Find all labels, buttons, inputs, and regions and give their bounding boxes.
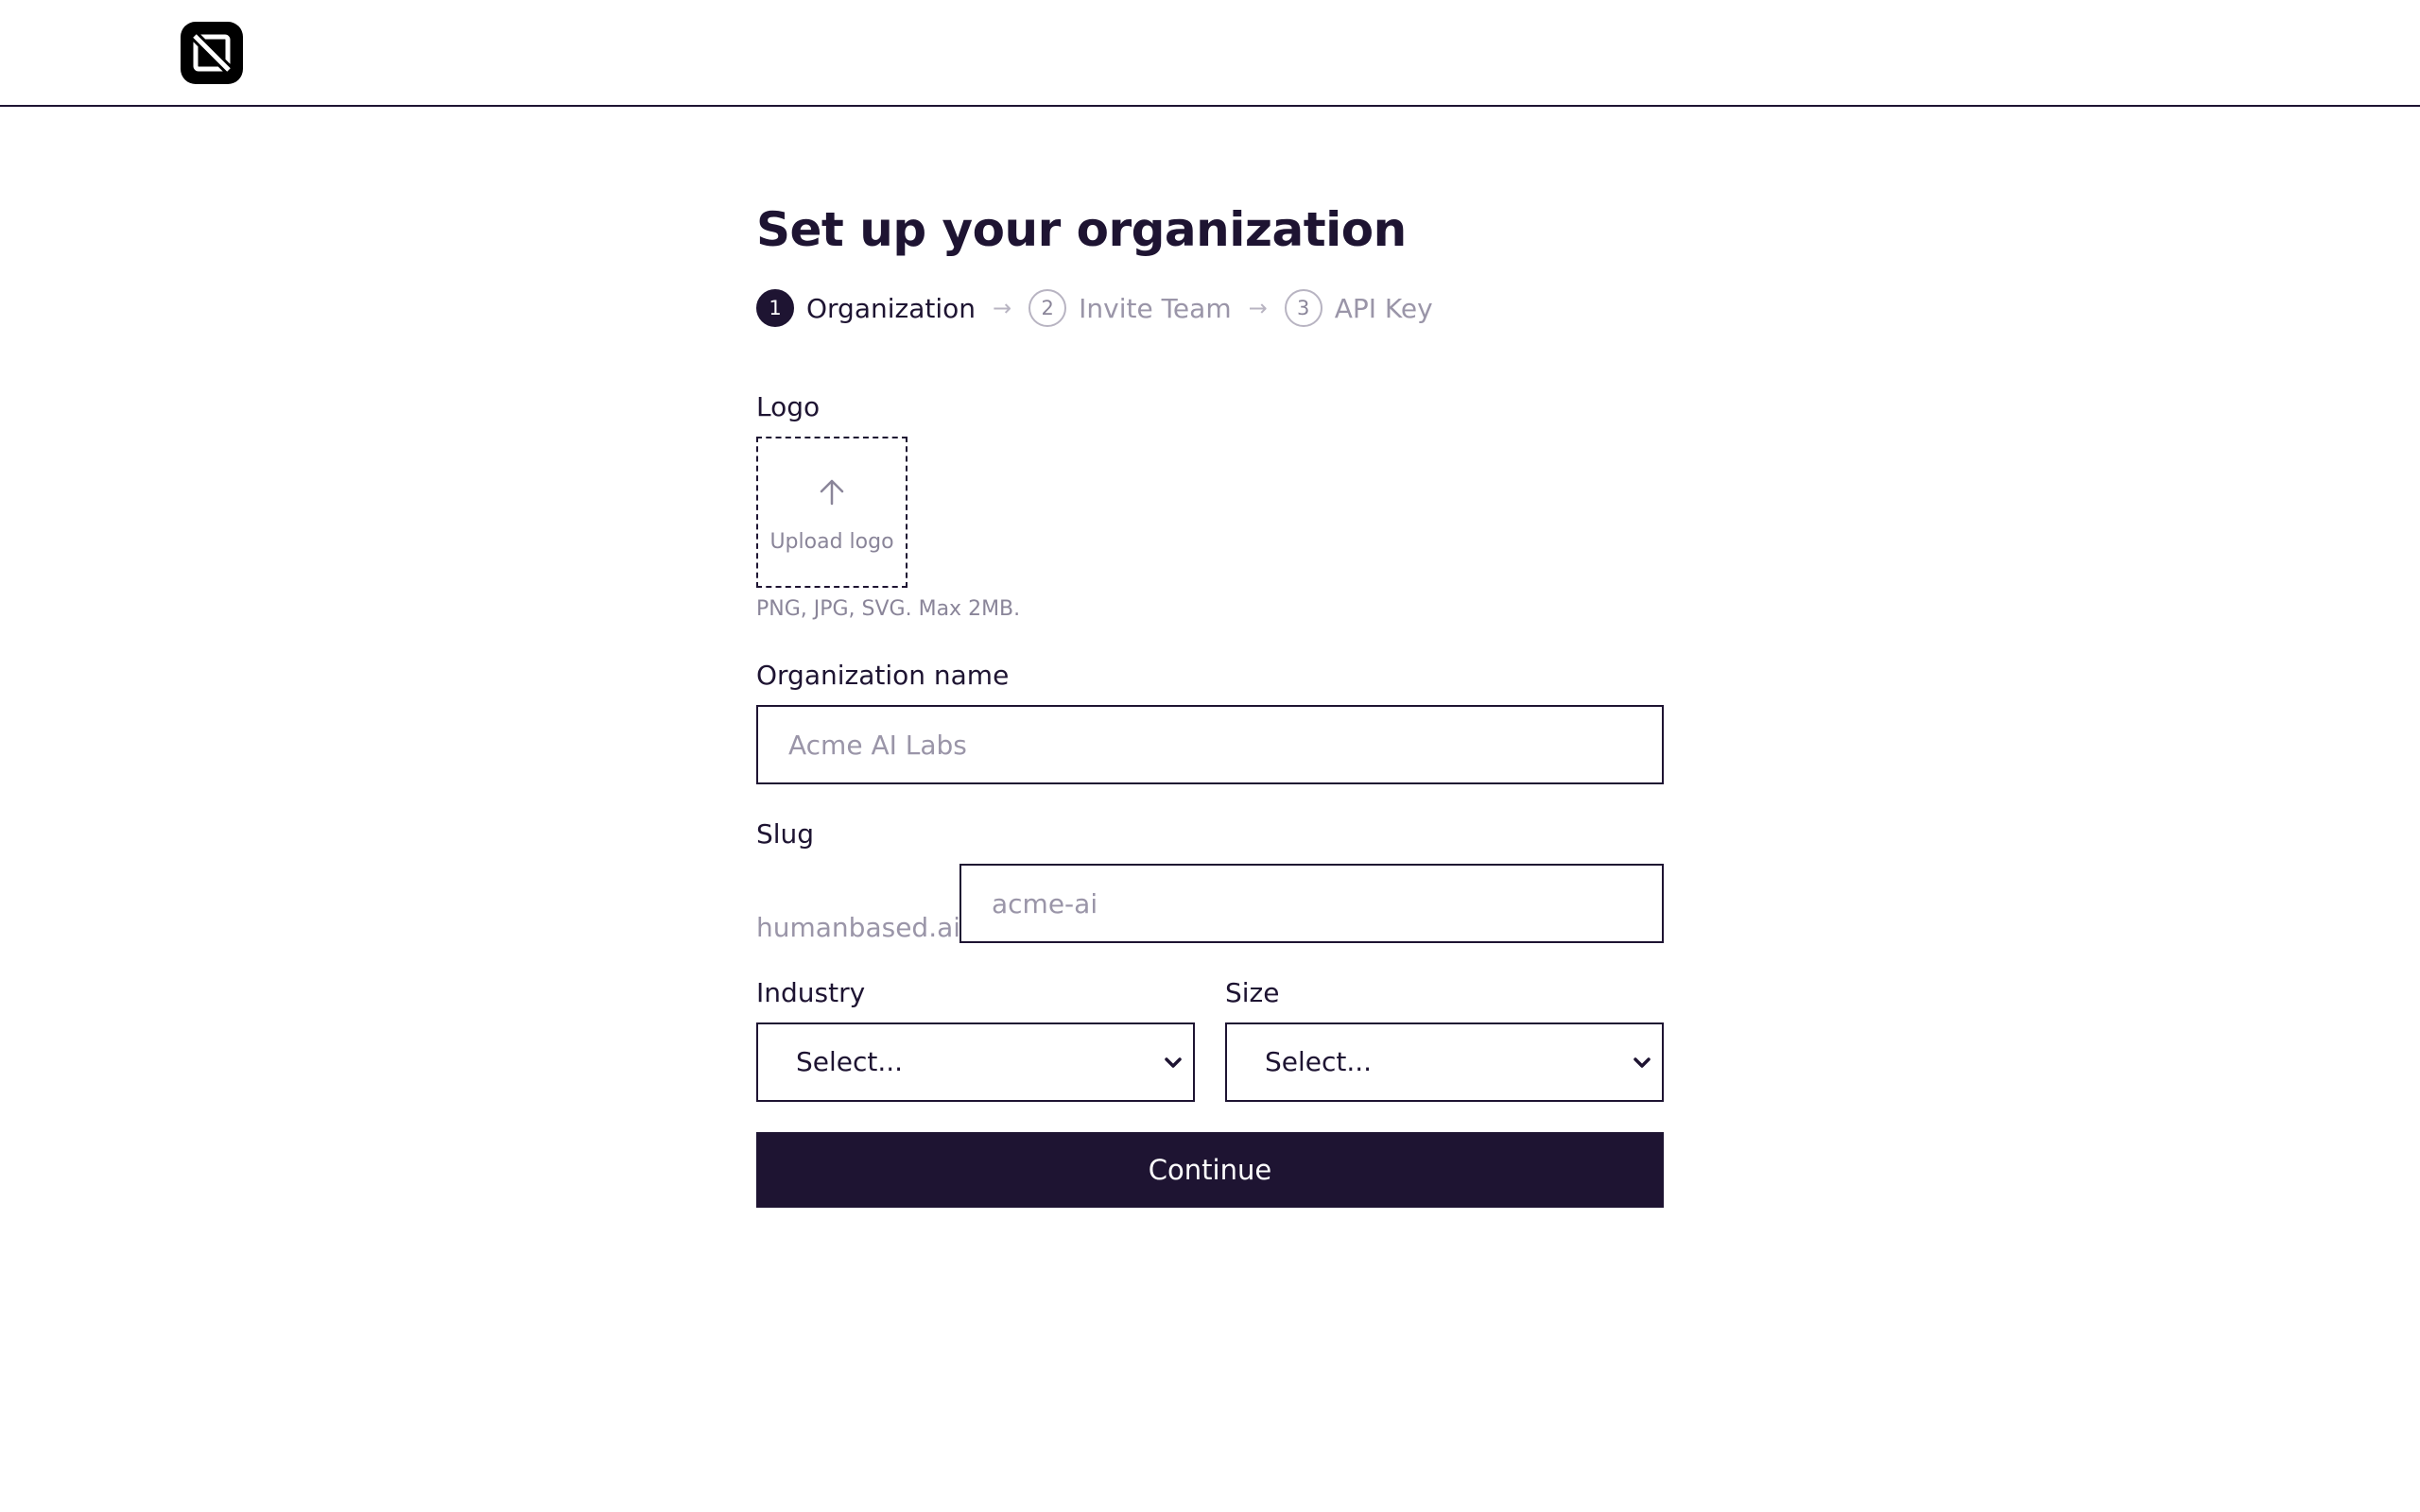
stepper: 1 Organization → 2 Invite Team → 3 API K… <box>756 289 1433 327</box>
step-label: Invite Team <box>1079 292 1232 324</box>
step-number: 1 <box>756 289 794 327</box>
org-name-input[interactable] <box>756 705 1664 784</box>
size-selected-value: Select... <box>1265 1046 1373 1077</box>
slug-label: Slug <box>756 818 815 850</box>
upload-label: Upload logo <box>769 530 894 554</box>
arrow-up-icon <box>820 479 844 506</box>
chevron-down-icon <box>1634 1057 1651 1068</box>
industry-select[interactable]: Select... <box>756 1022 1195 1102</box>
step-api-key: 3 API Key <box>1284 289 1433 327</box>
arrow-right-icon: → <box>993 295 1012 321</box>
industry-selected-value: Select... <box>796 1046 904 1077</box>
app-logo-icon[interactable] <box>181 22 243 84</box>
step-label: Organization <box>806 292 977 324</box>
arrow-right-icon: → <box>1248 295 1268 321</box>
size-label: Size <box>1225 977 1280 1008</box>
slug-input[interactable] <box>959 864 1664 943</box>
slug-prefix: humanbased.ai/ <box>756 912 970 943</box>
step-number: 2 <box>1028 289 1067 327</box>
industry-label: Industry <box>756 977 866 1008</box>
continue-button[interactable]: Continue <box>756 1132 1664 1208</box>
chevron-down-icon <box>1165 1057 1182 1068</box>
size-select[interactable]: Select... <box>1225 1022 1664 1102</box>
step-number: 3 <box>1284 289 1322 327</box>
top-bar <box>0 0 2420 107</box>
step-invite-team: 2 Invite Team <box>1028 289 1232 327</box>
step-organization: 1 Organization <box>756 289 976 327</box>
step-label: API Key <box>1334 292 1433 324</box>
logo-upload-button[interactable]: Upload logo <box>756 437 908 588</box>
logo-hint: PNG, JPG, SVG. Max 2MB. <box>756 597 1021 621</box>
org-name-label: Organization name <box>756 660 1010 691</box>
page-title: Set up your organization <box>756 202 1407 257</box>
logo-label: Logo <box>756 391 821 422</box>
